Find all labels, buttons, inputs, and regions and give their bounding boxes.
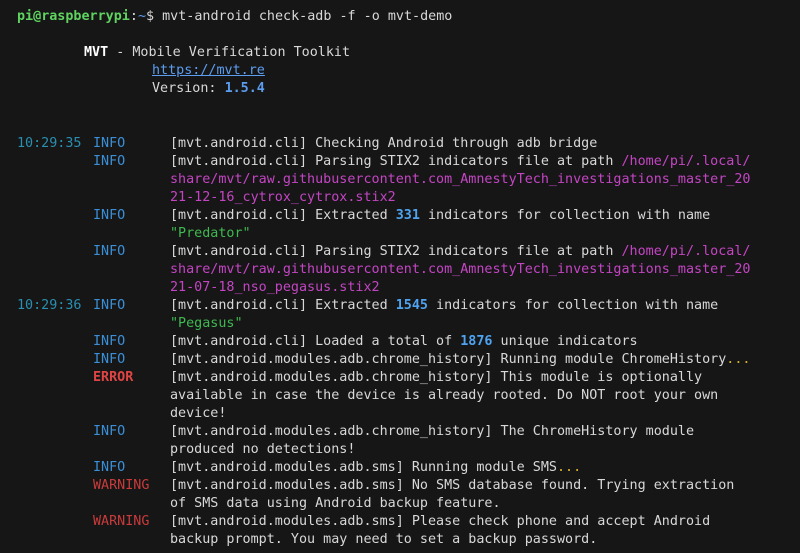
banner-version-value: 1.5.4 xyxy=(224,81,265,96)
log-message: [mvt.android.modules.adb.chrome_history]… xyxy=(170,369,702,387)
message-text: [mvt.android.cli] Checking Android throu… xyxy=(170,136,598,151)
log-message: backup prompt. You may need to set a bac… xyxy=(170,531,597,549)
banner-name: MVT xyxy=(84,45,109,60)
file-path: /home/pi/.local/ xyxy=(621,154,751,169)
prompt-command: mvt-android check-adb -f -o mvt-demo xyxy=(162,9,453,24)
log-message: [mvt.android.modules.adb.sms] No SMS dat… xyxy=(170,477,734,495)
file-path: 21-12-16_cytrox_cytrox.stix2 xyxy=(170,190,396,205)
file-path: share/mvt/raw.githubusercontent.com_Amne… xyxy=(170,172,751,187)
message-text: [mvt.android.modules.adb.sms] Please che… xyxy=(170,514,711,529)
prompt-dollar: $ xyxy=(146,9,163,24)
shell-prompt-line: pi@raspberrypi:~$ mvt-android check-adb … xyxy=(17,8,452,26)
collection-name: "Predator" xyxy=(170,226,251,241)
message-text: [mvt.android.cli] Extracted xyxy=(170,298,396,313)
banner-version-line: Version: 1.5.4 xyxy=(152,80,265,98)
indicator-count: 331 xyxy=(395,208,420,223)
log-message: [mvt.android.cli] Parsing STIX2 indicato… xyxy=(170,153,750,171)
message-text: [mvt.android.modules.adb.sms] No SMS dat… xyxy=(170,478,735,493)
file-path: share/mvt/raw.githubusercontent.com_Amne… xyxy=(170,262,751,277)
banner-url-link[interactable]: https://mvt.re xyxy=(152,63,265,78)
message-text: [mvt.android.cli] Extracted xyxy=(170,208,396,223)
log-message: [mvt.android.modules.adb.chrome_history]… xyxy=(170,423,694,441)
log-message: available in case the device is already … xyxy=(170,387,718,405)
message-text: device! xyxy=(170,406,227,421)
log-level-info: INFO xyxy=(93,136,126,151)
log-message: device! xyxy=(170,405,226,423)
message-text: indicators for collection with name xyxy=(419,208,711,223)
log-level-info: INFO xyxy=(93,352,126,367)
banner-url-line: https://mvt.re xyxy=(152,62,265,80)
message-text: [mvt.android.modules.adb.chrome_history]… xyxy=(170,424,695,439)
message-text: indicators for collection with name xyxy=(427,298,719,313)
message-text: [mvt.android.modules.adb.chrome_history]… xyxy=(170,352,727,367)
log-message: share/mvt/raw.githubusercontent.com_Amne… xyxy=(170,171,750,189)
prompt-user: pi xyxy=(17,9,34,24)
log-message: [mvt.android.cli] Loaded a total of 1876… xyxy=(170,333,638,351)
prompt-colon: : xyxy=(129,9,138,24)
log-level-warn: WARNING xyxy=(93,478,150,493)
log-message: "Pegasus" xyxy=(170,315,243,333)
log-message: [mvt.android.modules.adb.sms] Please che… xyxy=(170,513,710,531)
log-timestamp: 10:29:36 xyxy=(17,298,82,313)
log-level-info: INFO xyxy=(93,244,126,259)
ellipsis: ... xyxy=(556,460,582,475)
log-message: "Predator" xyxy=(170,225,251,243)
log-message: [mvt.android.cli] Checking Android throu… xyxy=(170,135,597,153)
log-level-info: INFO xyxy=(93,460,126,475)
log-message: [mvt.android.cli] Extracted 331 indicato… xyxy=(170,207,710,225)
ellipsis: ... xyxy=(726,352,751,367)
indicator-count: 1876 xyxy=(460,334,493,349)
indicator-count: 1545 xyxy=(395,298,428,313)
message-text: [mvt.android.cli] Parsing STIX2 indicato… xyxy=(170,244,622,259)
log-message: share/mvt/raw.githubusercontent.com_Amne… xyxy=(170,261,750,279)
file-path: /home/pi/.local/ xyxy=(621,244,751,259)
file-path: 21-07-18_nso_pegasus.stix2 xyxy=(170,280,380,295)
log-level-info: INFO xyxy=(93,208,126,223)
log-timestamp: 10:29:35 xyxy=(17,136,82,151)
message-text: [mvt.android.modules.adb.chrome_history]… xyxy=(170,370,703,385)
message-text: [mvt.android.cli] Parsing STIX2 indicato… xyxy=(170,154,622,169)
message-text: available in case the device is already … xyxy=(170,388,719,403)
log-message: [mvt.android.modules.adb.sms] Running mo… xyxy=(170,459,581,477)
message-text: produced no detections! xyxy=(170,442,356,457)
message-text: [mvt.android.modules.adb.sms] Running mo… xyxy=(170,460,557,475)
prompt-host: raspberrypi xyxy=(41,9,130,24)
log-message: [mvt.android.modules.adb.chrome_history]… xyxy=(170,351,750,369)
message-text: of SMS data using Android backup feature… xyxy=(170,496,501,511)
banner-title-line: MVT - Mobile Verification Toolkit xyxy=(84,44,350,62)
log-message: [mvt.android.cli] Extracted 1545 indicat… xyxy=(170,297,718,315)
log-level-error: ERROR xyxy=(93,370,134,385)
log-level-warn: WARNING xyxy=(93,514,150,529)
message-text: backup prompt. You may need to set a bac… xyxy=(170,532,598,547)
log-level-info: INFO xyxy=(93,154,126,169)
log-level-info: INFO xyxy=(93,298,126,313)
log-message: produced no detections! xyxy=(170,441,355,459)
banner-version-label: Version: xyxy=(152,81,225,96)
log-message: 21-07-18_nso_pegasus.stix2 xyxy=(170,279,380,297)
message-text: [mvt.android.cli] Loaded a total of xyxy=(170,334,461,349)
collection-name: "Pegasus" xyxy=(170,316,243,331)
log-message: 21-12-16_cytrox_cytrox.stix2 xyxy=(170,189,396,207)
terminal-window[interactable]: pi@raspberrypi:~$ mvt-android check-adb … xyxy=(0,0,800,553)
prompt-at: @ xyxy=(33,9,42,24)
prompt-path: ~ xyxy=(137,9,146,24)
banner-subtitle: - Mobile Verification Toolkit xyxy=(108,45,351,60)
message-text: unique indicators xyxy=(492,334,638,349)
log-level-info: INFO xyxy=(93,424,126,439)
log-message: of SMS data using Android backup feature… xyxy=(170,495,501,513)
log-message: [mvt.android.cli] Parsing STIX2 indicato… xyxy=(170,243,750,261)
log-level-info: INFO xyxy=(93,334,126,349)
